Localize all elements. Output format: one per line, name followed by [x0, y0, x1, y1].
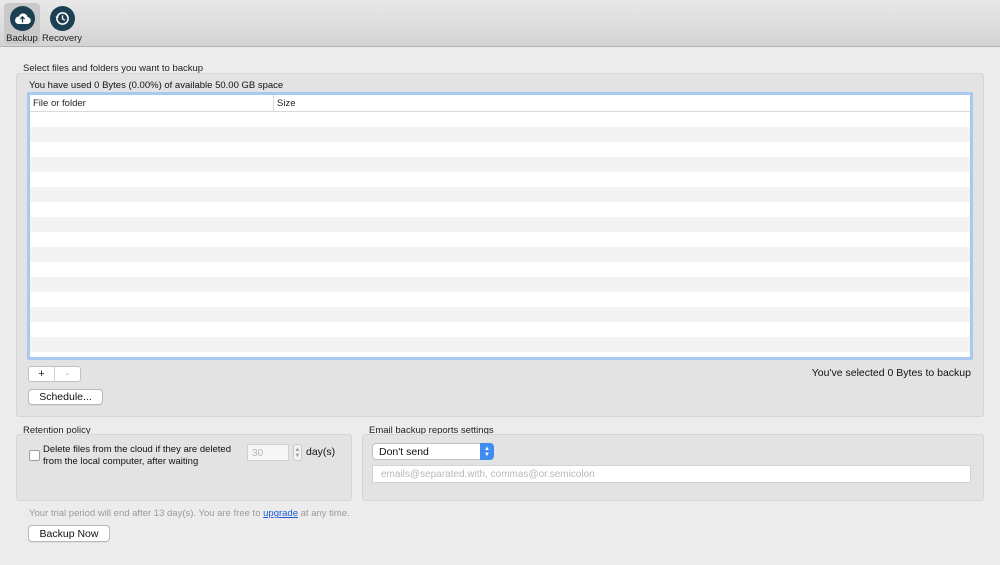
email-frequency-select[interactable]: Don't send ▲ ▼	[372, 443, 494, 460]
column-header-file[interactable]: File or folder	[30, 95, 274, 111]
table-row	[30, 232, 970, 247]
toolbar: Backup Recovery	[0, 0, 1000, 47]
table-row	[30, 277, 970, 292]
select-arrows-icon: ▲ ▼	[480, 443, 494, 460]
table-row	[30, 127, 970, 142]
add-remove-control: + -	[28, 366, 81, 382]
delete-files-label: Delete files from the cloud if they are …	[43, 444, 231, 467]
trial-text-end: at any time.	[298, 508, 350, 519]
days-stepper[interactable]: ▲ ▼	[293, 444, 302, 461]
stepper-down-icon[interactable]: ▼	[295, 453, 301, 459]
toolbar-backup-label: Backup	[6, 33, 38, 44]
email-addresses-input[interactable]: emails@separated.with, commas@or.semicol…	[372, 465, 971, 483]
remove-item-button[interactable]: -	[55, 367, 80, 381]
table-row	[30, 202, 970, 217]
trial-notice: Your trial period will end after 13 day(…	[29, 508, 350, 519]
table-row	[30, 352, 970, 357]
column-header-size[interactable]: Size	[274, 95, 298, 111]
toolbar-backup-button[interactable]: Backup	[4, 3, 40, 44]
table-row	[30, 307, 970, 322]
email-frequency-value: Don't send	[379, 446, 429, 458]
table-row	[30, 142, 970, 157]
schedule-button[interactable]: Schedule...	[28, 389, 103, 405]
days-input[interactable]: 30	[247, 444, 289, 461]
trial-text: Your trial period will end after 13 day(…	[29, 508, 264, 519]
days-unit-label: day(s)	[306, 446, 336, 458]
storage-usage-text: You have used 0 Bytes (0.00%) of availab…	[29, 80, 284, 91]
cloud-upload-icon	[9, 6, 35, 31]
table-row	[30, 112, 970, 127]
selected-size-text: You've selected 0 Bytes to backup	[811, 367, 971, 379]
table-row	[30, 247, 970, 262]
table-row	[30, 157, 970, 172]
backup-now-button[interactable]: Backup Now	[28, 525, 110, 542]
add-item-button[interactable]: +	[29, 367, 55, 381]
table-row	[30, 337, 970, 352]
files-table[interactable]: File or folder Size	[27, 92, 973, 360]
upgrade-link[interactable]: upgrade	[263, 508, 298, 519]
toolbar-recovery-label: Recovery	[41, 33, 83, 44]
table-row	[30, 262, 970, 277]
toolbar-recovery-button[interactable]: Recovery	[41, 3, 83, 44]
table-row	[30, 217, 970, 232]
table-header: File or folder Size	[30, 95, 970, 112]
table-row	[30, 292, 970, 307]
table-row	[30, 172, 970, 187]
table-row	[30, 322, 970, 337]
table-row	[30, 187, 970, 202]
table-rows	[30, 112, 970, 357]
delete-files-checkbox[interactable]	[29, 450, 40, 461]
history-clock-icon	[49, 6, 75, 31]
